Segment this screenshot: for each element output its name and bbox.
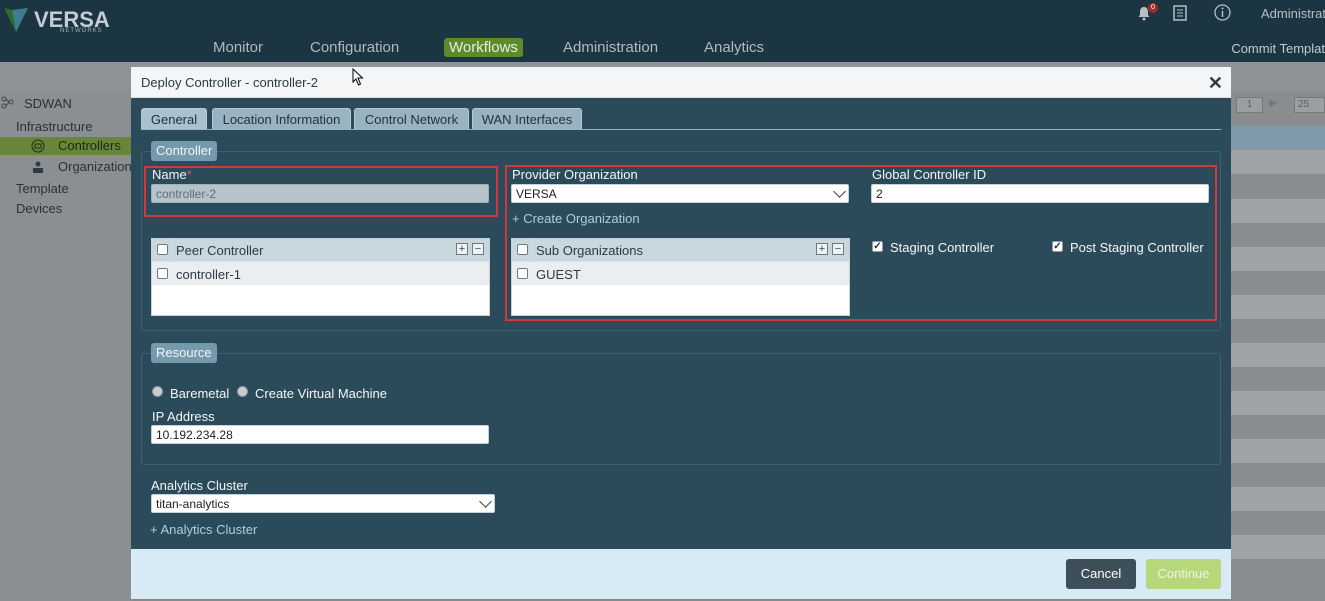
- notification-badge: 0: [1148, 3, 1158, 13]
- peer-controller-grid: Peer Controller + − controller-1: [151, 238, 490, 316]
- controller-icon: [31, 139, 45, 153]
- table-header: [1231, 126, 1325, 150]
- user-menu[interactable]: Administrato: [1261, 6, 1325, 26]
- resource-legend: Resource: [151, 343, 217, 363]
- sidebar-item-devices[interactable]: Devices: [16, 201, 62, 216]
- table-row: [1231, 150, 1325, 174]
- document-icon[interactable]: [1173, 5, 1187, 21]
- tab-location-information[interactable]: Location Information: [212, 108, 351, 130]
- analytics-cluster-label: Analytics Cluster: [151, 478, 248, 493]
- versa-logo[interactable]: VERSA NETWORKS: [2, 4, 122, 34]
- peer-controller-name: controller-1: [176, 267, 242, 282]
- ip-address-field[interactable]: 10.192.234.28: [151, 425, 489, 444]
- dialog-title: Deploy Controller - controller-2: [141, 75, 319, 90]
- versa-logo-icon: [4, 8, 28, 32]
- sidebar-item-organization[interactable]: Organization: [58, 159, 132, 174]
- sidebar-item-label: Controllers: [58, 138, 121, 153]
- dialog-title-bar: Deploy Controller - controller-2 ✕: [131, 67, 1231, 98]
- table-row: [1231, 295, 1325, 319]
- nav-workflows[interactable]: Workflows: [444, 38, 523, 57]
- row-checkbox[interactable]: [157, 268, 168, 279]
- table-row: [1231, 487, 1325, 511]
- create-vm-label: Create Virtual Machine: [255, 386, 387, 401]
- table-row: [1231, 247, 1325, 271]
- sidebar-root-sdwan[interactable]: SDWAN: [24, 96, 72, 111]
- table-row: [1231, 439, 1325, 463]
- dialog-footer: Cancel Continue: [131, 549, 1231, 599]
- continue-button[interactable]: Continue: [1146, 559, 1221, 589]
- tab-general[interactable]: General: [141, 108, 207, 130]
- deploy-controller-dialog: Deploy Controller - controller-2 ✕ Gener…: [131, 67, 1231, 599]
- page-size-select[interactable]: 25: [1294, 97, 1325, 113]
- info-icon[interactable]: [1214, 4, 1231, 21]
- brand-subtitle: NETWORKS: [60, 28, 103, 34]
- sidebar-item-template[interactable]: Template: [16, 181, 69, 196]
- left-navigation: SDWAN Infrastructure Controllers Organiz…: [0, 92, 132, 601]
- sidebar-item-controllers[interactable]: Controllers: [0, 137, 131, 155]
- tab-control-network[interactable]: Control Network: [354, 108, 469, 130]
- cancel-button[interactable]: Cancel: [1066, 559, 1136, 589]
- remove-icon[interactable]: −: [472, 243, 484, 255]
- table-row: [1231, 391, 1325, 415]
- next-page-icon[interactable]: ▶: [1269, 98, 1277, 109]
- select-all-checkbox[interactable]: [157, 244, 168, 255]
- table-row: [1231, 535, 1325, 559]
- table-row[interactable]: controller-1: [152, 261, 489, 285]
- page-number-input[interactable]: 1: [1236, 97, 1263, 113]
- table-row: [1231, 199, 1325, 223]
- sidebar-item-infrastructure[interactable]: Infrastructure: [16, 119, 93, 134]
- nav-administration[interactable]: Administration: [558, 38, 663, 57]
- name-highlight-box: [144, 166, 498, 217]
- add-icon[interactable]: +: [456, 243, 468, 255]
- nav-monitor[interactable]: Monitor: [208, 38, 268, 57]
- top-header: VERSA NETWORKS Monitor Configuration Wor…: [0, 0, 1325, 62]
- tab-underline: [141, 129, 1221, 130]
- nav-configuration[interactable]: Configuration: [305, 38, 404, 57]
- sdwan-tree-icon: [1, 96, 14, 109]
- create-vm-radio[interactable]: [237, 386, 248, 397]
- table-row: [1231, 343, 1325, 367]
- analytics-cluster-select[interactable]: titan-analytics: [151, 494, 495, 513]
- chevron-down-icon: [479, 495, 492, 508]
- add-analytics-cluster-link[interactable]: + Analytics Cluster: [150, 522, 257, 537]
- resource-section: [141, 353, 1221, 465]
- tab-wan-interfaces[interactable]: WAN Interfaces: [472, 108, 582, 130]
- organization-icon: [33, 161, 43, 173]
- ip-address-label: IP Address: [152, 409, 215, 424]
- close-icon[interactable]: ✕: [1208, 73, 1223, 94]
- commit-template-link[interactable]: Commit Templat: [1231, 41, 1325, 56]
- nav-analytics[interactable]: Analytics: [699, 38, 769, 57]
- baremetal-label: Baremetal: [170, 386, 230, 401]
- mouse-cursor-icon: [352, 68, 364, 86]
- controller-legend: Controller: [151, 141, 218, 161]
- organization-highlight-box: [505, 165, 1217, 321]
- background-table: [1231, 92, 1325, 601]
- peer-controller-header: Peer Controller: [176, 243, 264, 258]
- baremetal-radio[interactable]: [152, 386, 163, 397]
